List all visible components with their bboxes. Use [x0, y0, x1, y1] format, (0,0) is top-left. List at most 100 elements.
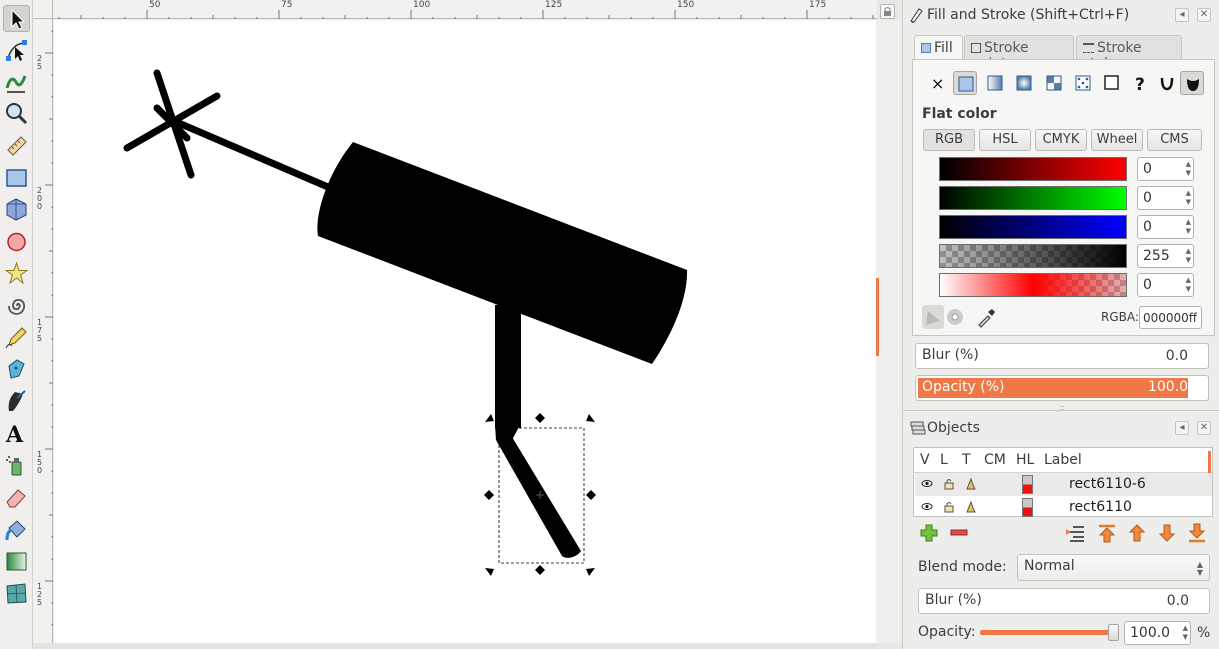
- column-header[interactable]: V: [920, 452, 930, 468]
- fill-rule-nonzero-button[interactable]: [1180, 71, 1204, 95]
- green-slider[interactable]: [939, 186, 1127, 210]
- table-row[interactable]: rect6110-6: [915, 473, 1212, 496]
- node-tool-icon[interactable]: [3, 37, 30, 64]
- unset-paint-button[interactable]: ?: [1129, 71, 1153, 95]
- rgba-label: RGBA:: [1101, 310, 1139, 324]
- panel-iconify-button[interactable]: ◂: [1175, 421, 1189, 435]
- spray-tool-icon[interactable]: [3, 452, 30, 479]
- table-row[interactable]: rect6110: [915, 496, 1212, 519]
- highlight-color-swatch[interactable]: [1022, 498, 1033, 517]
- object-opacity-slider-handle[interactable]: [1108, 624, 1119, 641]
- blend-mode-select[interactable]: Normal ▲ ▼: [1017, 554, 1210, 581]
- object-opacity-slider[interactable]: [980, 630, 1116, 635]
- vertical-scrollbar[interactable]: [876, 20, 902, 643]
- paint-bucket-tool-icon[interactable]: [3, 516, 30, 543]
- extra-slider[interactable]: [939, 273, 1127, 297]
- gradient-tool-icon[interactable]: [3, 548, 30, 575]
- measure-tool-icon[interactable]: [3, 132, 30, 159]
- visible-eye-icon[interactable]: [921, 477, 933, 490]
- spiral-tool-icon[interactable]: [3, 292, 30, 319]
- ruler-label: 125: [37, 582, 43, 607]
- blend-mode-value: Normal: [1024, 558, 1075, 574]
- toolbox: A: [0, 0, 33, 649]
- column-header[interactable]: T: [962, 452, 971, 468]
- column-header[interactable]: HL: [1016, 452, 1034, 468]
- linear-gradient-button[interactable]: [983, 71, 1007, 95]
- panel-close-button[interactable]: ✕: [1197, 421, 1211, 435]
- pane-handle[interactable]: ∶∶: [1060, 404, 1064, 413]
- ellipse-tool-icon[interactable]: [3, 228, 30, 255]
- mesh-gradient-button[interactable]: [1042, 71, 1066, 95]
- add-object-button[interactable]: [918, 522, 940, 544]
- panel-close-button[interactable]: ✕: [1197, 8, 1211, 22]
- tab-wheel[interactable]: Wheel: [1091, 129, 1143, 151]
- blue-slider[interactable]: [939, 215, 1127, 239]
- lock-guides-button[interactable]: [880, 4, 895, 19]
- alpha-value: 255: [1143, 248, 1170, 264]
- flat-color-button[interactable]: [953, 71, 977, 95]
- radial-gradient-button[interactable]: [1012, 71, 1036, 95]
- tweak-tool-icon[interactable]: [3, 68, 30, 95]
- object-label[interactable]: rect6110: [1069, 499, 1132, 515]
- raise-to-top-button[interactable]: [1096, 522, 1118, 544]
- raise-button[interactable]: [1126, 522, 1148, 544]
- zoom-tool-icon[interactable]: [3, 100, 30, 127]
- tab-fill[interactable]: Fill: [914, 35, 963, 60]
- collapse-button[interactable]: [1064, 522, 1086, 544]
- selector-tool-icon[interactable]: [3, 5, 30, 32]
- column-header[interactable]: CM: [984, 452, 1006, 468]
- 3d-box-tool-icon[interactable]: [3, 196, 30, 223]
- object-blur-field[interactable]: Blur (%) 0.0: [918, 588, 1210, 614]
- vertical-ruler[interactable]: 25 200 175 150 125: [33, 19, 53, 643]
- tab-hsl[interactable]: HSL: [979, 129, 1031, 151]
- pattern-button[interactable]: [1071, 71, 1095, 95]
- ruler-corner: [33, 0, 53, 19]
- object-opacity-value-field[interactable]: 100.0 ▲ ▼: [1124, 621, 1191, 645]
- remove-object-button[interactable]: [948, 522, 970, 544]
- star-tool-icon[interactable]: [3, 260, 30, 287]
- mesh-tool-icon[interactable]: [3, 580, 30, 607]
- blue-value-field[interactable]: 0 ▲ ▼: [1137, 215, 1194, 239]
- eraser-tool-icon[interactable]: [3, 484, 30, 511]
- objects-tree[interactable]: V L T CM HL Label rect6110-6 rect6110: [913, 447, 1213, 517]
- no-paint-button[interactable]: ×: [924, 71, 948, 95]
- extra-value-field[interactable]: 0 ▲ ▼: [1137, 273, 1194, 297]
- object-label[interactable]: rect6110-6: [1069, 476, 1146, 492]
- lower-to-bottom-button[interactable]: [1186, 522, 1208, 544]
- tab-stroke-style[interactable]: Stroke style: [1076, 35, 1182, 72]
- fill-opacity-field[interactable]: Opacity (%) 100.0: [915, 375, 1209, 401]
- panel-iconify-button[interactable]: ◂: [1175, 8, 1189, 22]
- visible-eye-icon[interactable]: [921, 500, 933, 513]
- swatch-button[interactable]: [1100, 71, 1124, 95]
- column-header[interactable]: L: [940, 452, 948, 468]
- rectangle-tool-icon[interactable]: [3, 164, 30, 191]
- lock-icon[interactable]: [943, 477, 955, 490]
- tab-stroke-paint[interactable]: Stroke paint: [964, 35, 1074, 72]
- tab-cms[interactable]: CMS: [1147, 129, 1202, 151]
- color-picker-icon[interactable]: [975, 306, 997, 332]
- alpha-slider[interactable]: [939, 244, 1127, 268]
- red-slider[interactable]: [939, 157, 1127, 181]
- scrollbar-thumb[interactable]: [876, 278, 879, 356]
- text-tool-icon[interactable]: A: [3, 420, 30, 447]
- green-value-field[interactable]: 0 ▲ ▼: [1137, 186, 1194, 210]
- tab-cmyk[interactable]: CMYK: [1035, 129, 1087, 151]
- fill-stroke-title: Fill and Stroke (Shift+Ctrl+F): [927, 7, 1130, 23]
- red-value-field[interactable]: 0 ▲ ▼: [1137, 157, 1194, 181]
- fill-rule-evenodd-button[interactable]: [1155, 71, 1179, 95]
- svg-text:?: ?: [1135, 75, 1145, 95]
- rgba-input[interactable]: 000000ff: [1139, 306, 1202, 329]
- drawing-canvas[interactable]: [54, 20, 876, 643]
- horizontal-ruler[interactable]: 50 75 100 125 150 175 ▼: [53, 0, 914, 19]
- calligraphy-tool-icon[interactable]: [3, 388, 30, 415]
- pencil-tool-icon[interactable]: [3, 324, 30, 351]
- lock-icon[interactable]: [943, 500, 955, 513]
- lower-button[interactable]: [1156, 522, 1178, 544]
- column-header[interactable]: Label: [1044, 452, 1082, 468]
- highlight-color-swatch[interactable]: [1022, 475, 1033, 494]
- tab-rgb[interactable]: RGB: [923, 129, 975, 151]
- pen-tool-icon[interactable]: [3, 356, 30, 383]
- horizontal-scrollbar[interactable]: [33, 643, 877, 649]
- fill-blur-field[interactable]: Blur (%) 0.0: [915, 343, 1209, 369]
- alpha-value-field[interactable]: 255 ▲ ▼: [1137, 244, 1194, 268]
